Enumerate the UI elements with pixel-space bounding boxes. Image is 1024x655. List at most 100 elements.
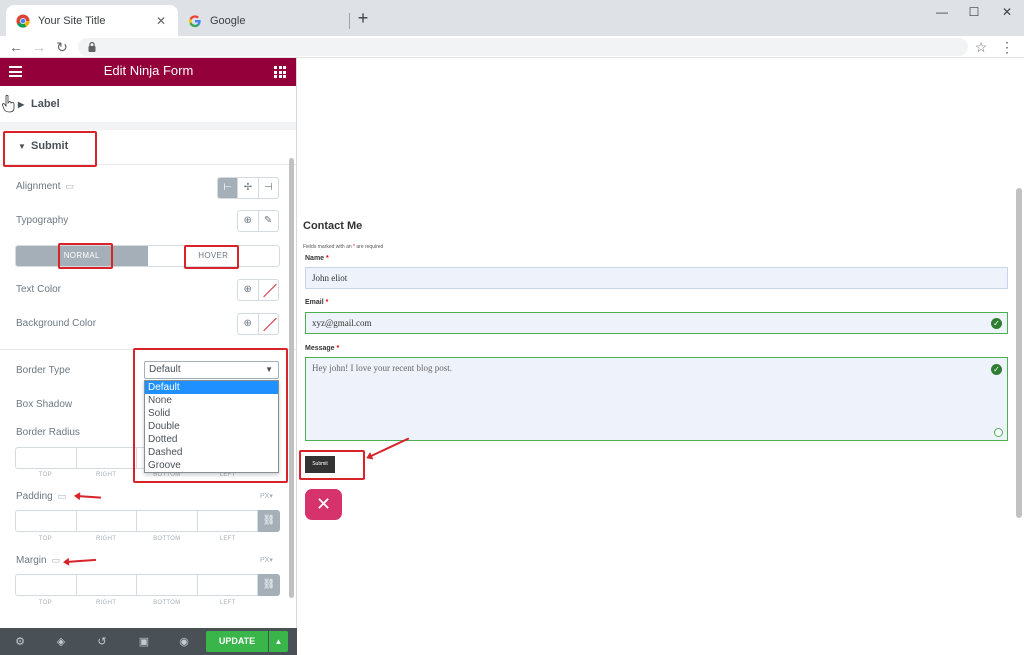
padding-unit[interactable]: PX▾ (260, 492, 273, 500)
responsive-mode-icon[interactable]: ▣ (136, 634, 152, 650)
email-label: Email * (305, 299, 329, 306)
close-window-button[interactable]: ✕ (992, 4, 1022, 20)
annotation-box-normal (58, 243, 113, 269)
close-tab-icon[interactable]: ✕ (154, 14, 168, 28)
padding-label: Padding ▭ (16, 491, 67, 502)
update-options-caret-icon[interactable]: ▲ (269, 631, 288, 652)
minimize-button[interactable]: — (927, 4, 957, 20)
alignment-label: Alignment ▭ (16, 181, 74, 192)
required-note: Fields marked with an * are required (303, 244, 384, 250)
google-g-icon (189, 14, 201, 27)
bookmark-star-icon[interactable]: ☆ (972, 38, 990, 56)
padding-sublabels: TOP RIGHT BOTTOM LEFT (38, 536, 236, 542)
margin-label: Margin ▭ (16, 555, 61, 566)
form-title: Contact Me (303, 220, 363, 232)
close-icon[interactable]: ✕ (305, 489, 342, 520)
color-swatch-empty[interactable] (257, 280, 279, 300)
settings-gear-icon[interactable]: ⚙ (12, 634, 28, 650)
name-input[interactable]: John eliot (305, 267, 1008, 289)
chrome-icon (16, 13, 30, 28)
padding-bottom-input[interactable] (137, 510, 198, 532)
email-value: xyz@gmail.com (312, 318, 372, 328)
section-divider (0, 122, 296, 130)
section-label[interactable]: ▶ Label (0, 88, 296, 122)
hand-cursor-icon (2, 95, 15, 113)
message-textarea[interactable]: Hey john! I love your recent blog post. … (305, 357, 1008, 441)
typography-controls: ⊕ ✎ (237, 210, 279, 232)
widgets-grid-icon[interactable] (274, 66, 286, 78)
forward-icon[interactable]: → (30, 38, 48, 56)
align-right-icon[interactable]: ⊣ (257, 178, 278, 198)
margin-sublabels: TOP RIGHT BOTTOM LEFT (38, 600, 236, 606)
preview-eye-icon[interactable]: ◉ (176, 634, 192, 650)
message-value: Hey john! I love your recent blog post. (312, 363, 452, 373)
new-tab-button[interactable]: + (354, 8, 372, 28)
browser-menu-icon[interactable]: ⋮ (998, 38, 1016, 56)
margin-unit[interactable]: PX▾ (260, 556, 273, 564)
history-icon[interactable]: ↺ (94, 634, 110, 650)
tab-title: Google (210, 14, 246, 27)
annotation-box-submit (3, 131, 97, 167)
tab-google[interactable]: Google (178, 5, 348, 36)
panel-scrollbar[interactable] (289, 158, 294, 598)
pencil-edit-icon[interactable]: ✎ (257, 211, 279, 231)
padding-inputs: ⛓ (15, 510, 280, 532)
color-swatch-empty[interactable] (257, 314, 279, 334)
navigator-layers-icon[interactable]: ◈ (53, 634, 69, 650)
maximize-button[interactable]: ☐ (959, 4, 989, 20)
radius-right-input[interactable] (76, 447, 137, 469)
annotation-box-hover (184, 245, 239, 269)
alignment-choices: ⊢ ✢ ⊣ (217, 177, 279, 199)
margin-top-input[interactable] (15, 574, 77, 596)
padding-right-input[interactable] (76, 510, 137, 532)
address-bar[interactable] (78, 38, 968, 56)
browser-tab-bar: Your Site Title ✕ Google + — ☐ ✕ (0, 0, 1024, 36)
back-icon[interactable]: ← (7, 38, 25, 56)
text-color-controls: ⊕ (237, 279, 279, 301)
state-tabs: NORMAL HOVER (15, 245, 280, 267)
typography-label: Typography (16, 215, 69, 226)
box-shadow-label: Box Shadow (16, 399, 73, 410)
globe-icon[interactable]: ⊕ (238, 280, 258, 300)
browser-toolbar: ← → ↻ ☆ ⋮ (0, 36, 1024, 58)
section-label-title: Label (31, 98, 60, 110)
checkmark-icon: ✓ (991, 364, 1002, 375)
name-label: Name * (305, 255, 329, 262)
border-radius-label: Border Radius (16, 427, 80, 438)
tab-title: Your Site Title (38, 14, 106, 27)
resize-handle-icon[interactable] (994, 428, 1003, 437)
annotation-box-border-type (133, 348, 288, 483)
margin-left-input[interactable] (197, 574, 258, 596)
align-left-icon[interactable]: ⊢ (218, 178, 238, 198)
panel-footer: ⚙ ◈ ↺ ▣ ◉ UPDATE ▲ (0, 628, 297, 655)
radius-top-input[interactable] (15, 447, 77, 469)
tab-separator (349, 13, 350, 29)
background-color-label: Background Color (16, 318, 97, 329)
align-center-icon[interactable]: ✢ (237, 178, 257, 198)
update-button[interactable]: UPDATE (206, 631, 268, 652)
link-values-icon[interactable]: ⛓ (258, 510, 280, 532)
desktop-device-icon[interactable]: ▭ (58, 491, 67, 501)
margin-right-input[interactable] (76, 574, 137, 596)
lock-icon (88, 41, 96, 52)
link-values-icon[interactable]: ⛓ (258, 574, 280, 596)
email-input[interactable]: xyz@gmail.com ✓ (305, 312, 1008, 334)
desktop-device-icon[interactable]: ▭ (52, 555, 61, 565)
globe-icon[interactable]: ⊕ (238, 211, 258, 231)
panel-title: Edit Ninja Form (103, 63, 194, 78)
padding-top-input[interactable] (15, 510, 77, 532)
message-label: Message * (305, 345, 340, 352)
annotation-box-submit-button (299, 450, 365, 480)
margin-bottom-input[interactable] (137, 574, 198, 596)
preview-scrollbar[interactable] (1016, 188, 1022, 518)
desktop-device-icon[interactable]: ▭ (65, 181, 74, 191)
tab-your-site-title[interactable]: Your Site Title ✕ (6, 5, 178, 36)
margin-inputs: ⛓ (15, 574, 280, 596)
globe-icon[interactable]: ⊕ (238, 314, 258, 334)
checkmark-icon: ✓ (991, 318, 1002, 329)
padding-left-input[interactable] (197, 510, 258, 532)
caret-right-icon: ▶ (18, 100, 25, 109)
border-type-label: Border Type (16, 365, 71, 376)
reload-icon[interactable]: ↻ (53, 38, 71, 56)
background-color-controls: ⊕ (237, 313, 279, 335)
